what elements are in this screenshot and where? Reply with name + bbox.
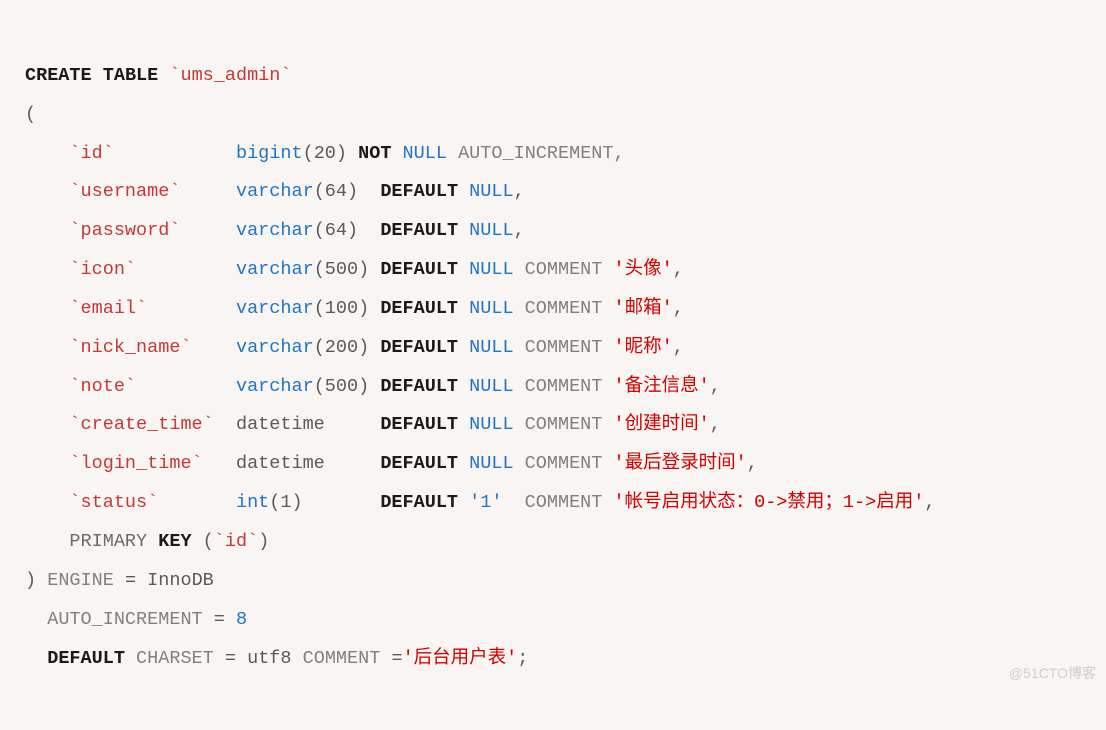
table-name: `ums_admin` bbox=[169, 65, 291, 86]
kw-create: CREATE bbox=[25, 65, 92, 86]
kw-comment: COMMENT bbox=[525, 376, 603, 397]
col-icon: `icon` bbox=[69, 259, 136, 280]
comma: , bbox=[673, 259, 684, 280]
comment-text: '头像' bbox=[614, 259, 673, 280]
comment-text: '创建时间' bbox=[614, 414, 710, 435]
col-username: `username` bbox=[69, 181, 180, 202]
kw-comment: COMMENT bbox=[525, 414, 603, 435]
comma: , bbox=[673, 337, 684, 358]
kw-comment: COMMENT bbox=[525, 337, 603, 358]
col-arg: (64) bbox=[314, 220, 358, 241]
type-varchar: varchar bbox=[236, 220, 314, 241]
table-comment: '后台用户表' bbox=[403, 648, 518, 669]
kw-null: NULL bbox=[403, 143, 447, 164]
comment-text: '帐号启用状态：0->禁用；1->启用' bbox=[614, 492, 925, 513]
kw-key: KEY bbox=[158, 531, 191, 552]
type-varchar: varchar bbox=[236, 376, 314, 397]
type-varchar: varchar bbox=[236, 259, 314, 280]
engine-val: InnoDB bbox=[147, 570, 214, 591]
col-arg: (500) bbox=[314, 376, 370, 397]
kw-null: NULL bbox=[469, 298, 513, 319]
kw-null: NULL bbox=[469, 181, 513, 202]
close-paren: ) bbox=[25, 570, 36, 591]
kw-default: DEFAULT bbox=[380, 259, 458, 280]
kw-default: DEFAULT bbox=[380, 492, 458, 513]
kw-default: DEFAULT bbox=[380, 453, 458, 474]
kw-charset: CHARSET bbox=[136, 648, 214, 669]
watermark: @51CTO博客 bbox=[1009, 659, 1096, 688]
pk-col: `id` bbox=[214, 531, 258, 552]
type-int: int bbox=[236, 492, 269, 513]
col-arg: (1) bbox=[269, 492, 302, 513]
kw-null: NULL bbox=[469, 414, 513, 435]
kw-engine: ENGINE bbox=[47, 570, 114, 591]
kw-default: DEFAULT bbox=[380, 298, 458, 319]
kw-null: NULL bbox=[469, 259, 513, 280]
sql-code-block: CREATE TABLE `ums_admin` ( `id` bigint(2… bbox=[0, 0, 1106, 696]
comma: , bbox=[924, 492, 935, 513]
col-nick-name: `nick_name` bbox=[69, 337, 191, 358]
col-email: `email` bbox=[69, 298, 147, 319]
kw-primary: PRIMARY bbox=[69, 531, 147, 552]
auto-inc: AUTO_INCREMENT, bbox=[458, 143, 625, 164]
eq: = bbox=[125, 570, 136, 591]
kw-comment: COMMENT bbox=[525, 298, 603, 319]
kw-null: NULL bbox=[469, 337, 513, 358]
col-arg: (200) bbox=[314, 337, 370, 358]
kw-not: NOT bbox=[358, 143, 391, 164]
col-create-time: `create_time` bbox=[69, 414, 213, 435]
pk-open: ( bbox=[203, 531, 214, 552]
kw-comment: COMMENT bbox=[525, 259, 603, 280]
type-datetime: datetime bbox=[236, 414, 325, 435]
type-varchar: varchar bbox=[236, 181, 314, 202]
comma: , bbox=[514, 181, 525, 202]
col-arg: (500) bbox=[314, 259, 370, 280]
comment-text: '昵称' bbox=[614, 337, 673, 358]
kw-null: NULL bbox=[469, 220, 513, 241]
semi: ; bbox=[517, 648, 528, 669]
col-status: `status` bbox=[69, 492, 158, 513]
type-varchar: varchar bbox=[236, 337, 314, 358]
kw-null: NULL bbox=[469, 453, 513, 474]
eq: = bbox=[225, 648, 236, 669]
comment-text: '邮箱' bbox=[614, 298, 673, 319]
kw-default: DEFAULT bbox=[380, 376, 458, 397]
kw-comment: COMMENT bbox=[525, 453, 603, 474]
pk-close: ) bbox=[258, 531, 269, 552]
type-bigint: bigint bbox=[236, 143, 303, 164]
type-datetime: datetime bbox=[236, 453, 325, 474]
auto-inc-val: 8 bbox=[236, 609, 247, 630]
charset-val: utf8 bbox=[247, 648, 291, 669]
comma: , bbox=[673, 298, 684, 319]
kw-default: DEFAULT bbox=[380, 220, 458, 241]
col-id: `id` bbox=[69, 143, 113, 164]
comment-text: '备注信息' bbox=[614, 376, 710, 397]
col-password: `password` bbox=[69, 220, 180, 241]
comma: , bbox=[514, 220, 525, 241]
comma: , bbox=[710, 414, 721, 435]
eq: = bbox=[214, 609, 225, 630]
col-note: `note` bbox=[69, 376, 136, 397]
kw-default: DEFAULT bbox=[380, 181, 458, 202]
default-val: '1' bbox=[469, 492, 502, 513]
kw-null: NULL bbox=[469, 376, 513, 397]
kw-auto-increment: AUTO_INCREMENT bbox=[47, 609, 202, 630]
eq: = bbox=[391, 648, 402, 669]
col-login-time: `login_time` bbox=[69, 453, 202, 474]
col-arg: (20) bbox=[303, 143, 347, 164]
col-arg: (64) bbox=[314, 181, 358, 202]
kw-default: DEFAULT bbox=[380, 414, 458, 435]
kw-default: DEFAULT bbox=[380, 337, 458, 358]
comment-text: '最后登录时间' bbox=[614, 453, 747, 474]
kw-table: TABLE bbox=[103, 65, 159, 86]
type-varchar: varchar bbox=[236, 298, 314, 319]
open-paren: ( bbox=[25, 104, 36, 125]
kw-comment: COMMENT bbox=[525, 492, 603, 513]
comma: , bbox=[747, 453, 758, 474]
kw-comment: COMMENT bbox=[303, 648, 381, 669]
col-arg: (100) bbox=[314, 298, 370, 319]
kw-default: DEFAULT bbox=[47, 648, 125, 669]
comma: , bbox=[710, 376, 721, 397]
